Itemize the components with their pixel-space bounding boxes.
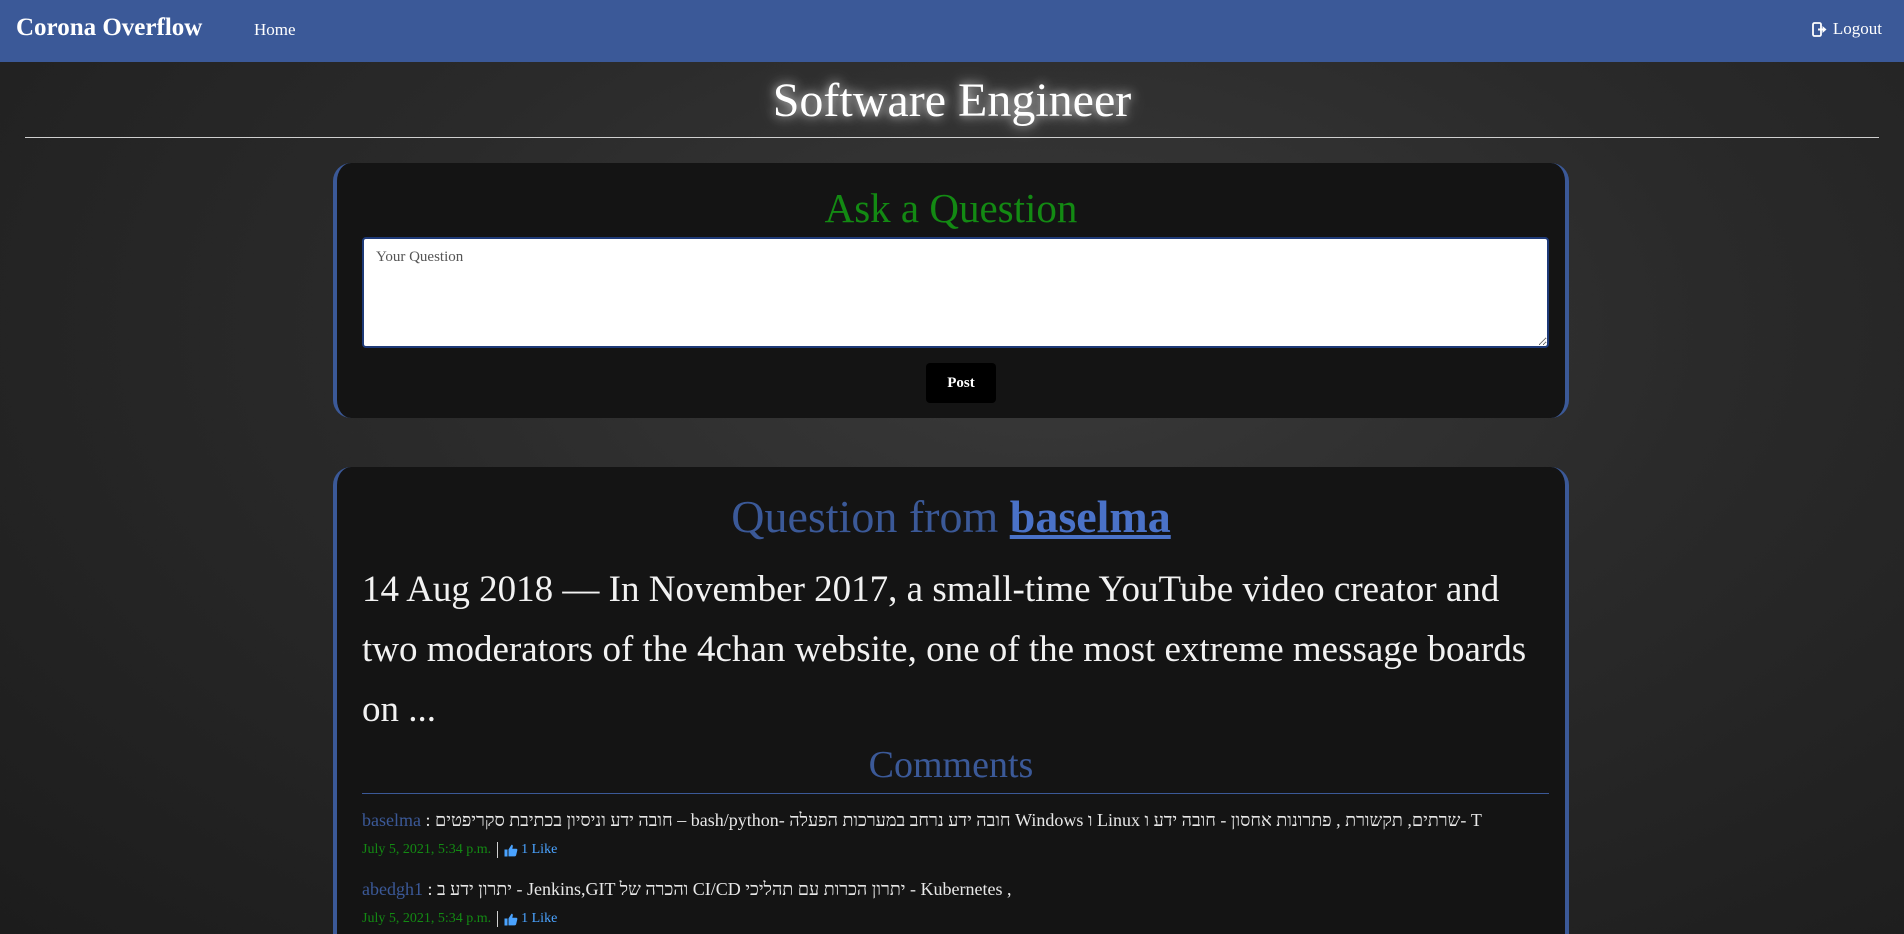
post-button[interactable]: Post [926, 363, 996, 403]
comment-text: חובה ידע וניסיון בכתיבת סקריפטים – bash/… [435, 810, 1482, 830]
question-author-link[interactable]: baselma [1010, 491, 1171, 542]
like-button[interactable]: 1 Like [504, 841, 557, 859]
title-divider [25, 137, 1879, 138]
comment-meta: July 5, 2021, 5:34 p.m. 1 Like [362, 841, 1552, 859]
comments-heading: Comments [868, 744, 1034, 786]
ask-question-card: Ask a Question Post [333, 163, 1569, 418]
comment-separator: : [427, 879, 433, 899]
like-count: 1 Like [521, 911, 558, 926]
comment-author-link[interactable]: baselma [362, 810, 421, 830]
comments-divider [362, 793, 1549, 794]
thumbs-up-icon [504, 844, 518, 856]
comment-author-link[interactable]: abedgh1 [362, 879, 423, 899]
top-navbar: Corona Overflow Home Logout [0, 0, 1904, 62]
question-input[interactable] [362, 237, 1549, 348]
meta-divider [497, 911, 499, 927]
ask-question-heading: Ask a Question [824, 185, 1078, 231]
question-heading-prefix: Question from [731, 491, 999, 542]
meta-divider [497, 842, 499, 858]
logout-label: Logout [1832, 19, 1882, 38]
brand-logo-link[interactable]: Corona Overflow [16, 14, 202, 42]
comment-line: abedgh1 : יתרון ידע ב - Jenkins,GIT והכר… [362, 878, 1552, 900]
question-body: 14 Aug 2018 — In November 2017, a small-… [362, 569, 1527, 730]
like-button[interactable]: 1 Like [504, 910, 557, 928]
comment-text: יתרון ידע ב - Jenkins,GIT והכרה של CI/CD… [437, 879, 1012, 899]
logout-link[interactable]: Logout [1811, 19, 1882, 39]
like-count: 1 Like [521, 842, 558, 857]
comment-separator: : [425, 810, 431, 830]
question-heading: Question from baselma [337, 489, 1565, 545]
sign-out-icon [1811, 21, 1827, 37]
comment-item: baselma : חובה ידע וניסיון בכתיבת סקריפט… [362, 809, 1552, 859]
nav-home-link[interactable]: Home [254, 20, 296, 40]
comment-line: baselma : חובה ידע וניסיון בכתיבת סקריפט… [362, 809, 1552, 831]
question-card: Question from baselma 14 Aug 2018 — In N… [333, 467, 1569, 934]
comment-date: July 5, 2021, 5:34 p.m. [362, 911, 492, 926]
thumbs-up-icon [504, 913, 518, 925]
comment-meta: July 5, 2021, 5:34 p.m. 1 Like [362, 910, 1552, 928]
comment-item: abedgh1 : יתרון ידע ב - Jenkins,GIT והכר… [362, 878, 1552, 928]
page-title: Software Engineer [772, 74, 1132, 127]
comment-date: July 5, 2021, 5:34 p.m. [362, 842, 492, 857]
